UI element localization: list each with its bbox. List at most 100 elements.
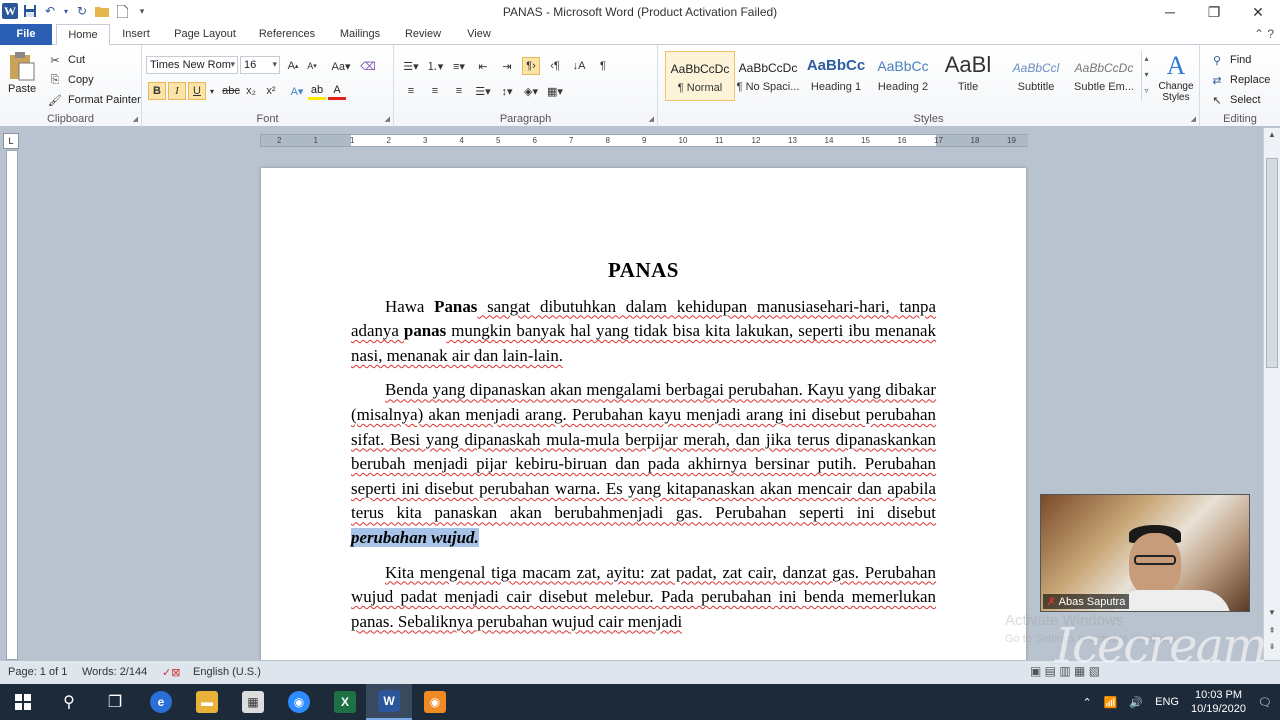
scroll-up-icon[interactable]: ▲ — [1264, 130, 1280, 144]
font-size-combo[interactable]: 16 — [240, 56, 280, 74]
keyboard-language[interactable]: ENG — [1155, 696, 1179, 708]
shrink-font-icon[interactable]: A ▾ — [303, 57, 321, 75]
volume-icon[interactable]: 🔊 — [1129, 696, 1143, 709]
next-page-icon[interactable]: ⇟ — [1264, 642, 1280, 656]
underline-icon[interactable]: U — [188, 82, 206, 100]
scroll-thumb[interactable] — [1266, 158, 1278, 368]
ruler-number: 11 — [715, 136, 724, 145]
tab-page-layout[interactable]: Page Layout — [168, 24, 242, 45]
document-body[interactable]: PANAS Hawa Panas sangat dibutuhkan dalam… — [351, 258, 936, 644]
style-title[interactable]: AaBl Title — [933, 51, 1003, 101]
subscript-icon[interactable]: x₂ — [242, 82, 260, 100]
multilevel-list-icon[interactable]: ≡▾ — [450, 57, 468, 75]
language[interactable]: English (U.S.) — [193, 666, 261, 678]
style-subtitle[interactable]: AaBbCcl Subtitle — [1001, 51, 1071, 101]
style-heading-2[interactable]: AaBbCc Heading 2 — [868, 51, 938, 101]
browser-app-icon[interactable]: e — [138, 684, 184, 720]
vertical-scrollbar[interactable]: ▲ ▼ ⇞ ⇟ — [1263, 128, 1280, 660]
tab-references[interactable]: References — [252, 24, 322, 45]
grow-font-icon[interactable]: A ▴ — [284, 57, 302, 75]
format-painter-button[interactable]: 🖌 Format Painter — [46, 91, 141, 109]
justify-icon[interactable]: ☰▾ — [474, 82, 492, 100]
page-count[interactable]: Page: 1 of 1 — [8, 666, 67, 678]
superscript-icon[interactable]: x² — [262, 82, 280, 100]
align-left-icon[interactable]: ≡ — [402, 82, 420, 100]
font-color-icon[interactable]: A — [328, 82, 346, 100]
p3-text: Kita mengenal tiga macam zat, ayitu: zat… — [351, 562, 936, 631]
start-button[interactable] — [0, 684, 46, 720]
decrease-indent-icon[interactable]: ⇤ — [474, 57, 492, 75]
scroll-down-icon[interactable]: ▼ — [1264, 608, 1280, 622]
word-count[interactable]: Words: 2/144 — [82, 666, 147, 678]
notifications-icon[interactable]: 🗨 — [1258, 696, 1272, 709]
bold-icon[interactable]: B — [148, 82, 166, 100]
proofing-icon[interactable]: ✓⊠ — [162, 666, 180, 679]
replace-button[interactable]: ⇄ Replace — [1208, 71, 1270, 89]
tab-file[interactable]: File — [0, 24, 52, 45]
minimize-icon[interactable]: ─ — [1148, 0, 1192, 24]
sort-icon[interactable]: ↓A — [570, 57, 588, 75]
copy-button[interactable]: ⎘ Copy — [46, 71, 94, 89]
borders-icon[interactable]: ▦▾ — [546, 82, 564, 100]
network-icon[interactable]: 📶 — [1104, 696, 1118, 709]
style-heading-1[interactable]: AaBbCc Heading 1 — [801, 51, 871, 101]
tray-overflow-icon[interactable]: ⌃ — [1083, 696, 1092, 709]
tab-mailings[interactable]: Mailings — [332, 24, 388, 45]
show-formatting-icon[interactable]: ¶ — [594, 57, 612, 75]
recorder-app-icon[interactable]: ◉ — [412, 684, 458, 720]
font-dialog-launcher-icon[interactable]: ◢ — [385, 115, 390, 123]
italic-icon[interactable]: I — [168, 82, 186, 100]
highlight-color-icon[interactable]: ab — [308, 82, 326, 100]
styles-scroll-icon[interactable]: ▴ ▾ ▿ — [1141, 51, 1151, 101]
tab-home[interactable]: Home — [56, 24, 110, 46]
word-taskbar-icon[interactable]: W — [366, 684, 412, 720]
tab-selector-icon[interactable]: L — [3, 133, 19, 149]
zoom-app-icon[interactable]: ◉ — [276, 684, 322, 720]
increase-indent-icon[interactable]: ⇥ — [498, 57, 516, 75]
maximize-icon[interactable]: ❐ — [1192, 0, 1236, 24]
file-explorer-icon[interactable]: ▬ — [184, 684, 230, 720]
rtl-direction-icon[interactable]: ‹¶ — [546, 57, 564, 75]
ruler-number: 2 — [277, 136, 282, 145]
store-icon[interactable]: ▦ — [230, 684, 276, 720]
style-normal[interactable]: AaBbCcDc ¶ Normal — [665, 51, 735, 101]
ltr-direction-icon[interactable]: ¶› — [522, 57, 540, 75]
strikethrough-icon[interactable]: abc — [222, 82, 240, 100]
document-page[interactable]: PANAS Hawa Panas sangat dibutuhkan dalam… — [261, 168, 1026, 668]
tab-insert[interactable]: Insert — [114, 24, 158, 45]
task-view-icon[interactable]: ❐ — [92, 684, 138, 720]
numbering-icon[interactable]: ⒈▾ — [426, 57, 444, 75]
style-subtle-emphasis[interactable]: AaBbCcDc Subtle Em... — [1069, 51, 1139, 101]
line-spacing-icon[interactable]: ↕▾ — [498, 82, 516, 100]
ruler-number: 4 — [459, 136, 464, 145]
vertical-ruler[interactable] — [6, 150, 18, 660]
tab-view[interactable]: View — [458, 24, 500, 45]
tab-review[interactable]: Review — [398, 24, 448, 45]
shading-icon[interactable]: ◈▾ — [522, 82, 540, 100]
horizontal-ruler[interactable]: 2 1 1 2 3 4 5 6 7 8 9 10 11 12 13 14 15 16 17 18 19 — [260, 134, 1028, 147]
change-case-icon[interactable]: Aa▾ — [328, 57, 354, 75]
cut-button[interactable]: ✂ Cut — [46, 51, 85, 69]
dialog-launcher-icon[interactable]: ◢ — [133, 115, 138, 123]
align-right-icon[interactable]: ≡ — [450, 82, 468, 100]
paste-button[interactable]: Paste — [8, 51, 36, 95]
styles-dialog-launcher-icon[interactable]: ◢ — [1191, 115, 1196, 123]
bullets-icon[interactable]: ☰▾ — [402, 57, 420, 75]
paragraph-dialog-launcher-icon[interactable]: ◢ — [649, 115, 654, 123]
find-button[interactable]: ⚲ Find — [1208, 51, 1251, 69]
clear-formatting-icon[interactable]: ⌫ — [359, 57, 377, 75]
text-effects-icon[interactable]: A▾ — [288, 82, 306, 100]
clock[interactable]: 10:03 PM 10/19/2020 — [1191, 688, 1246, 716]
excel-app-icon[interactable]: X — [322, 684, 368, 720]
prev-page-icon[interactable]: ⇞ — [1264, 626, 1280, 640]
select-button[interactable]: ↖ Select — [1208, 91, 1260, 109]
change-styles-button[interactable]: A Change Styles — [1156, 51, 1196, 103]
close-icon[interactable]: ✕ — [1236, 0, 1280, 24]
font-name-combo[interactable]: Times New Rom — [146, 56, 238, 74]
align-center-icon[interactable]: ≡ — [426, 82, 444, 100]
underline-dropdown-icon[interactable]: ▾ — [208, 82, 216, 100]
ribbon-collapse-icon[interactable]: ⌃ ? — [1254, 27, 1274, 41]
search-icon[interactable]: ⚲ — [46, 684, 92, 720]
ruler-number: 6 — [532, 136, 537, 145]
style-no-spacing[interactable]: AaBbCcDc ¶ No Spaci... — [733, 51, 803, 101]
